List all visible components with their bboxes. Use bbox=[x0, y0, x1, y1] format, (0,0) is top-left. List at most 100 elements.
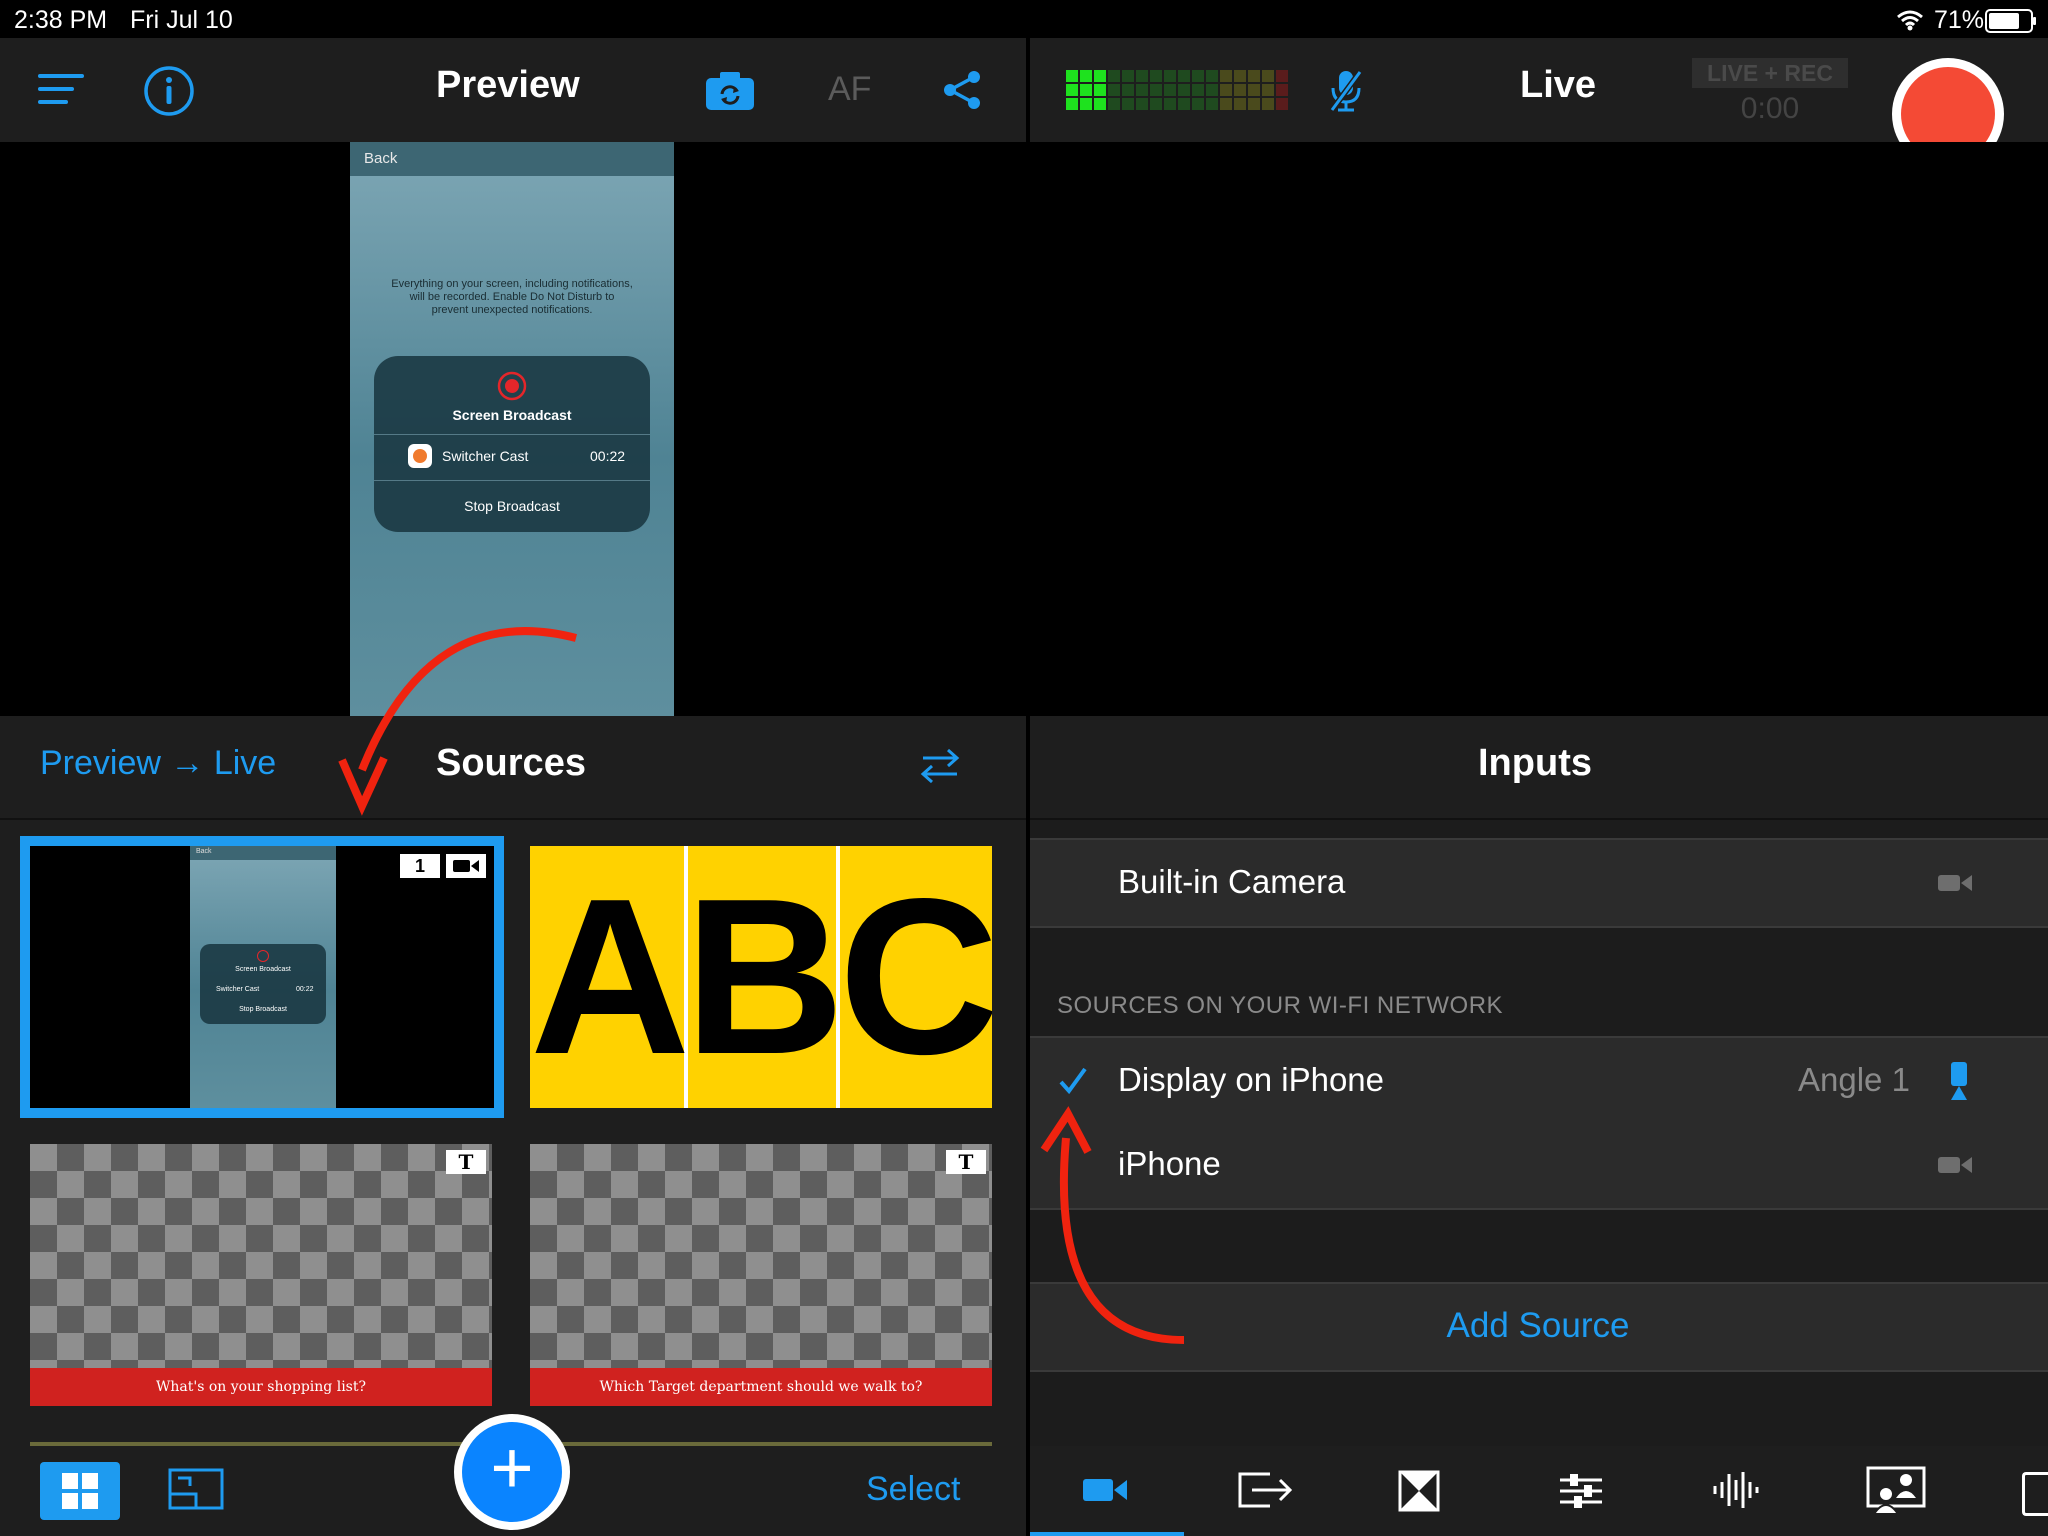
phone-remote-icon bbox=[1951, 1062, 1967, 1100]
abc-letters: ABC bbox=[530, 853, 992, 1101]
stop-broadcast-button[interactable]: Stop Broadcast bbox=[374, 498, 650, 514]
inputs-title: Inputs bbox=[1478, 742, 1592, 784]
adjustments-tab-icon[interactable] bbox=[1558, 1472, 1604, 1510]
add-source-row[interactable]: Add Source bbox=[1028, 1282, 2048, 1372]
camera-tab-icon[interactable] bbox=[1083, 1476, 1129, 1504]
transition-tab-icon[interactable] bbox=[1398, 1470, 1440, 1512]
source-thumbnail-abc[interactable]: ABC bbox=[530, 846, 992, 1108]
meter-segment bbox=[1178, 84, 1190, 96]
input-row-display-on-iphone[interactable]: Display on iPhone Angle 1 bbox=[1028, 1036, 2048, 1126]
status-time: 2:38 PM bbox=[14, 6, 108, 34]
audio-level-meter bbox=[1066, 70, 1290, 110]
menu-icon[interactable] bbox=[38, 72, 84, 106]
meter-segment bbox=[1150, 98, 1162, 110]
title-type-badge: T bbox=[446, 1150, 486, 1174]
meter-segment bbox=[1094, 70, 1106, 82]
meter-segment bbox=[1066, 70, 1078, 82]
meter-segment bbox=[1094, 84, 1106, 96]
video-camera-icon bbox=[1938, 875, 1972, 891]
layout-view-icon[interactable] bbox=[168, 1468, 224, 1512]
panel-divider bbox=[1028, 38, 1030, 1536]
meter-segment bbox=[1108, 98, 1120, 110]
live-video bbox=[1028, 142, 2048, 716]
timer-tab-icon[interactable] bbox=[2022, 1472, 2048, 1516]
meter-segment bbox=[1122, 84, 1134, 96]
source-thumbnail-title-1[interactable]: T What's on your shopping list? bbox=[30, 1144, 492, 1406]
battery-icon bbox=[1985, 9, 2036, 33]
arrow-right-icon: → bbox=[170, 744, 205, 782]
meter-segment bbox=[1192, 70, 1204, 82]
preview-video[interactable]: Back Everything on your screen, includin… bbox=[0, 142, 1026, 716]
input-row-builtin-camera[interactable]: Built-in Camera bbox=[1028, 838, 2048, 928]
meter-segment bbox=[1066, 98, 1078, 110]
active-tab-indicator bbox=[1028, 1532, 1184, 1536]
preview-to-live-toggle[interactable]: Preview → Live bbox=[40, 744, 276, 783]
title-caption: Which Target department should we walk t… bbox=[530, 1368, 992, 1406]
presenter-tab-icon[interactable] bbox=[1866, 1466, 1926, 1514]
broadcast-card: Screen Broadcast Switcher Cast 00:22 Sto… bbox=[374, 356, 650, 532]
meter-segment bbox=[1080, 70, 1092, 82]
meter-segment bbox=[1248, 70, 1260, 82]
meter-segment bbox=[1136, 70, 1148, 82]
meter-segment bbox=[1262, 98, 1274, 110]
input-label: Display on iPhone bbox=[1118, 1061, 1384, 1098]
status-date: Fri Jul 10 bbox=[130, 6, 233, 34]
app-icon bbox=[408, 444, 432, 468]
switch-camera-icon[interactable] bbox=[706, 72, 754, 110]
microphone-muted-icon[interactable] bbox=[1328, 68, 1364, 114]
meter-segment bbox=[1164, 98, 1176, 110]
video-camera-badge-icon bbox=[446, 854, 486, 878]
meter-segment bbox=[1234, 84, 1246, 96]
meter-segment bbox=[1164, 70, 1176, 82]
meter-segment bbox=[1136, 98, 1148, 110]
meter-segment bbox=[1220, 84, 1232, 96]
preview-toolbar: Preview AF bbox=[0, 38, 1026, 142]
select-button[interactable]: Select bbox=[866, 1470, 961, 1509]
checkmark-icon bbox=[1059, 1067, 1087, 1095]
meter-segment bbox=[1150, 84, 1162, 96]
meter-segment bbox=[1164, 84, 1176, 96]
record-timer: 0:00 bbox=[1740, 92, 1800, 125]
meter-segment bbox=[1066, 84, 1078, 96]
share-icon[interactable] bbox=[942, 70, 982, 110]
meter-segment bbox=[1206, 84, 1218, 96]
input-label: iPhone bbox=[1118, 1145, 1221, 1182]
wifi-sources-section-header: SOURCES ON YOUR WI-FI NETWORK bbox=[1057, 992, 1504, 1019]
status-bar: 2:38 PM Fri Jul 10 71% bbox=[0, 0, 2048, 38]
swap-icon[interactable] bbox=[920, 746, 960, 786]
input-row-iphone[interactable]: iPhone bbox=[1028, 1122, 2048, 1210]
preview-title: Preview bbox=[436, 64, 580, 106]
meter-segment bbox=[1248, 84, 1260, 96]
thumb-app-name: Switcher Cast bbox=[216, 986, 260, 993]
input-label: Built-in Camera bbox=[1118, 863, 1346, 900]
title-caption: What's on your shopping list? bbox=[30, 1368, 492, 1406]
autofocus-button[interactable]: AF bbox=[828, 70, 871, 109]
meter-segment bbox=[1192, 84, 1204, 96]
inputs-header: Inputs bbox=[1028, 716, 2048, 820]
meter-segment bbox=[1234, 70, 1246, 82]
grid-view-button[interactable] bbox=[40, 1462, 120, 1520]
add-source-button[interactable]: Add Source bbox=[1028, 1306, 2048, 1346]
live-title: Live bbox=[1520, 64, 1597, 106]
add-source-fab[interactable]: + bbox=[454, 1414, 570, 1530]
sources-title: Sources bbox=[436, 742, 586, 784]
info-icon[interactable] bbox=[143, 65, 195, 117]
audio-tab-icon[interactable] bbox=[1712, 1470, 1760, 1510]
wifi-icon bbox=[1897, 10, 1923, 31]
thumb-broadcast-title: Screen Broadcast bbox=[235, 966, 291, 973]
live-tab-bar bbox=[1028, 1446, 2048, 1536]
meter-segment bbox=[1248, 98, 1260, 110]
source-thumbnail-screen[interactable]: Back Screen Broadcast Switcher Cast 00:2… bbox=[20, 836, 504, 1118]
record-dot-icon bbox=[497, 371, 527, 401]
meter-segment bbox=[1178, 98, 1190, 110]
back-label: Back bbox=[364, 150, 398, 167]
thumb-stop-label: Stop Broadcast bbox=[239, 1006, 287, 1013]
meter-segment bbox=[1276, 98, 1288, 110]
meter-segment bbox=[1136, 84, 1148, 96]
source-thumbnail-title-2[interactable]: T Which Target department should we walk… bbox=[530, 1144, 992, 1406]
angle-label: Angle 1 bbox=[1798, 1061, 1910, 1098]
preview-link-label: Preview bbox=[40, 744, 161, 782]
output-tab-icon[interactable] bbox=[1236, 1470, 1294, 1510]
angle-number-badge: 1 bbox=[400, 854, 440, 878]
meter-segment bbox=[1094, 98, 1106, 110]
